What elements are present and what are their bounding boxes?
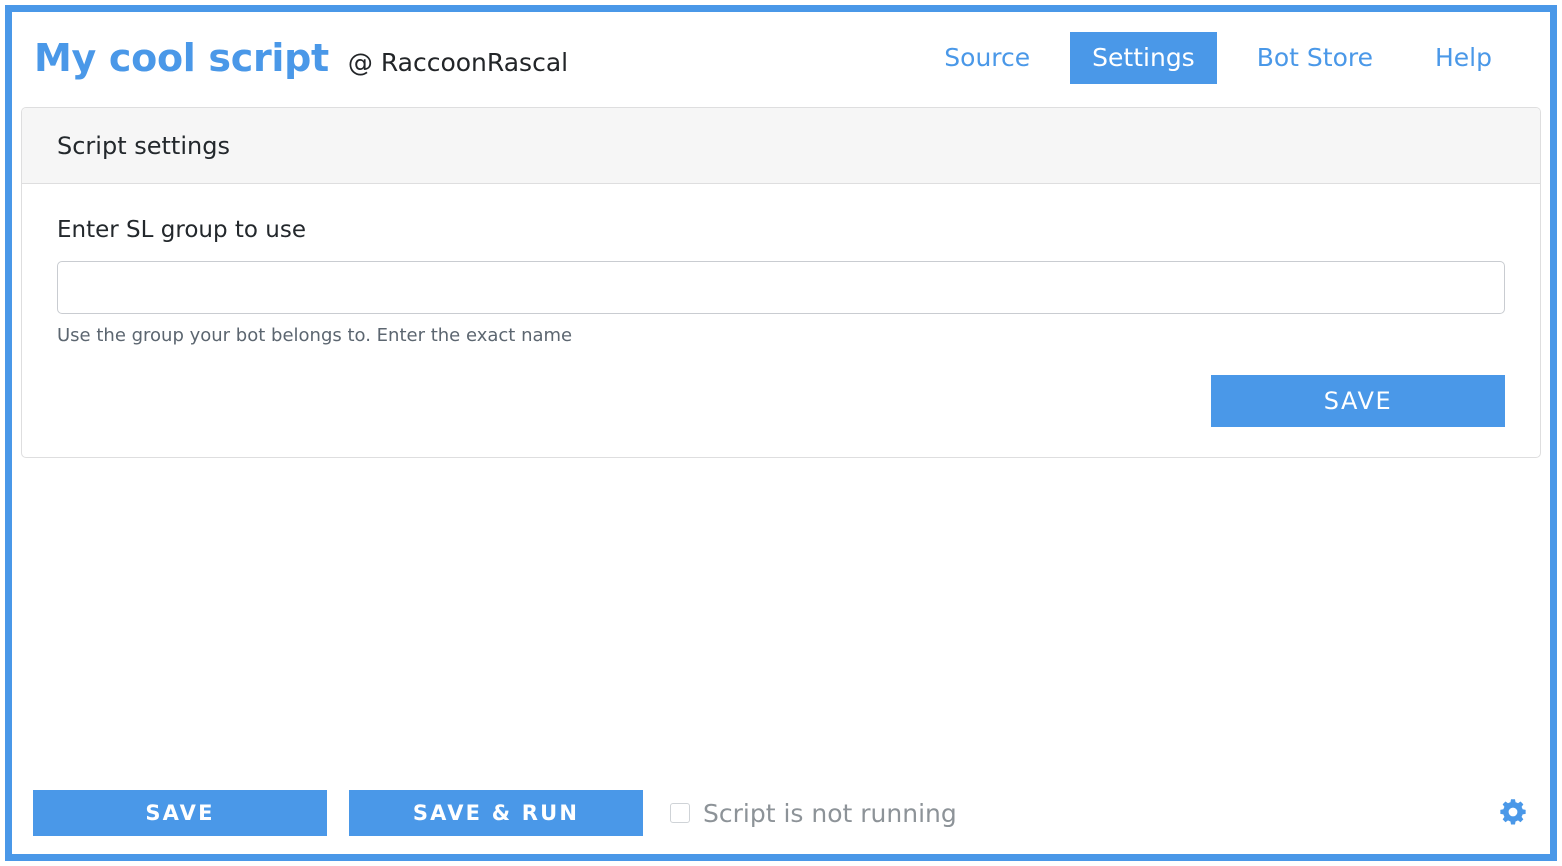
nav-item-source[interactable]: Source [922,32,1052,84]
script-settings-card: Script settings Enter SL group to use Us… [21,107,1541,458]
app-header: My cool script @ RaccoonRascal Source Se… [12,12,1550,104]
nav-item-settings[interactable]: Settings [1070,31,1217,85]
footer-save-and-run-button[interactable]: SAVE & RUN [349,790,643,836]
run-status-label: Script is not running [703,798,957,828]
card-header: Script settings [22,108,1540,184]
sl-group-field-label: Enter SL group to use [57,217,306,243]
sl-group-field-help-text: Use the group your bot belongs to. Enter… [57,325,573,346]
gear-icon [1497,796,1529,831]
footer-save-button[interactable]: SAVE [33,790,327,836]
app-content-area: My cool script @ RaccoonRascal Source Se… [12,12,1550,854]
card-header-title: Script settings [57,131,230,160]
sl-group-input[interactable] [57,261,1505,314]
card-actions: SAVE [57,375,1505,427]
nav-item-help[interactable]: Help [1413,32,1514,84]
card-save-button[interactable]: SAVE [1211,375,1505,427]
app-window: My cool script @ RaccoonRascal Source Se… [5,5,1557,861]
main-navigation: Source Settings Bot Store Help [922,31,1514,85]
footer-action-bar: SAVE SAVE & RUN Script is not running [12,788,1550,838]
page-title: My cool script [34,36,329,80]
owner-handle: @ RaccoonRascal [347,48,569,77]
run-status-group: Script is not running [670,799,957,828]
settings-gear-button[interactable] [1496,796,1530,830]
run-status-checkbox[interactable] [670,803,690,823]
card-body: Enter SL group to use Use the group your… [22,184,1540,457]
nav-item-bot-store[interactable]: Bot Store [1235,32,1395,84]
brand-block: My cool script @ RaccoonRascal [34,36,568,80]
